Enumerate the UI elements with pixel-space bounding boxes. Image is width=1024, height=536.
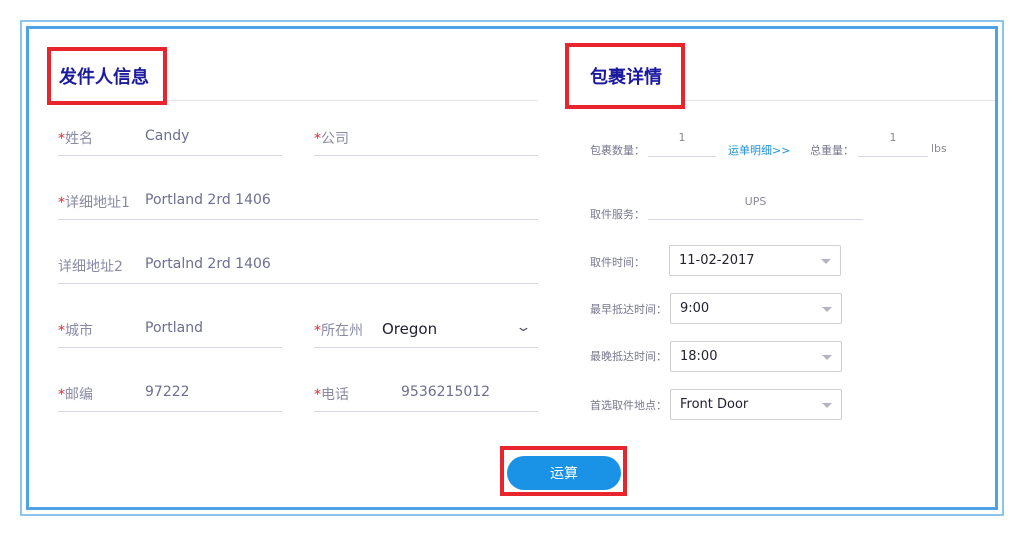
address2-label: 详细地址2 <box>58 259 123 275</box>
chevron-down-icon[interactable]: ⌄ <box>515 320 531 335</box>
weight-unit: lbs <box>931 142 947 155</box>
pickup-location-select[interactable]: Front Door <box>670 389 842 420</box>
earliest-arrival-label: 最早抵达时间： <box>590 303 667 316</box>
address1-input[interactable]: Portland 2rd 1406 <box>145 192 271 208</box>
earliest-arrival-value: 9:00 <box>680 301 710 316</box>
state-label: *所在州 <box>314 323 363 339</box>
pickup-service-input[interactable]: UPS <box>648 195 863 208</box>
phone-input[interactable]: 9536215012 <box>401 384 490 400</box>
package-count-label: 包裹数量： <box>590 144 645 157</box>
company-input[interactable] <box>380 128 538 148</box>
latest-arrival-label: 最晚抵达时间： <box>590 350 667 363</box>
name-underline <box>58 155 282 156</box>
calculate-button[interactable]: 运算 <box>507 456 621 490</box>
package-section-title: 包裹详情 <box>590 67 662 88</box>
sender-title-divider <box>167 100 538 101</box>
latest-arrival-value: 18:00 <box>680 349 718 364</box>
pickup-location-label: 首选取件地点： <box>590 399 667 412</box>
address1-label: *详细地址1 <box>58 195 130 211</box>
package-count-underline <box>648 156 716 157</box>
latest-arrival-select[interactable]: 18:00 <box>670 341 842 372</box>
pickup-time-select[interactable]: 11-02-2017 <box>669 245 841 276</box>
name-label: *姓名 <box>58 131 93 147</box>
pickup-location-value: Front Door <box>680 397 749 412</box>
address1-underline <box>58 219 538 220</box>
zip-underline <box>58 411 282 412</box>
address2-input[interactable]: Portalnd 2rd 1406 <box>145 256 271 272</box>
total-weight-label: 总重量： <box>810 144 854 157</box>
caret-down-icon <box>822 355 832 360</box>
sender-section-title: 发件人信息 <box>59 67 149 88</box>
address2-underline <box>58 283 538 284</box>
city-input[interactable]: Portland <box>145 320 203 336</box>
pickup-service-underline <box>648 219 863 220</box>
company-underline <box>314 155 538 156</box>
zip-label: *邮编 <box>58 387 93 403</box>
earliest-arrival-select[interactable]: 9:00 <box>670 293 842 324</box>
phone-label: *电话 <box>314 387 349 403</box>
phone-underline <box>314 411 538 412</box>
zip-input[interactable]: 97222 <box>145 384 190 400</box>
total-weight-input[interactable]: 1 <box>858 131 928 144</box>
shipment-detail-link[interactable]: 运单明细>> <box>728 142 790 158</box>
package-count-input[interactable]: 1 <box>648 131 716 144</box>
name-input[interactable]: Candy <box>145 128 189 144</box>
city-underline <box>58 347 282 348</box>
caret-down-icon <box>822 307 832 312</box>
pickup-service-label: 取件服务： <box>590 208 645 221</box>
state-underline <box>314 347 538 348</box>
caret-down-icon <box>822 403 832 408</box>
company-label: *公司 <box>314 131 349 147</box>
caret-down-icon <box>821 259 831 264</box>
state-select[interactable]: Oregon <box>382 320 437 338</box>
pickup-time-value: 11-02-2017 <box>679 253 755 268</box>
city-label: *城市 <box>58 323 93 339</box>
package-title-divider <box>685 100 995 101</box>
pickup-time-label: 取件时间： <box>590 256 645 269</box>
total-weight-underline <box>858 156 928 157</box>
